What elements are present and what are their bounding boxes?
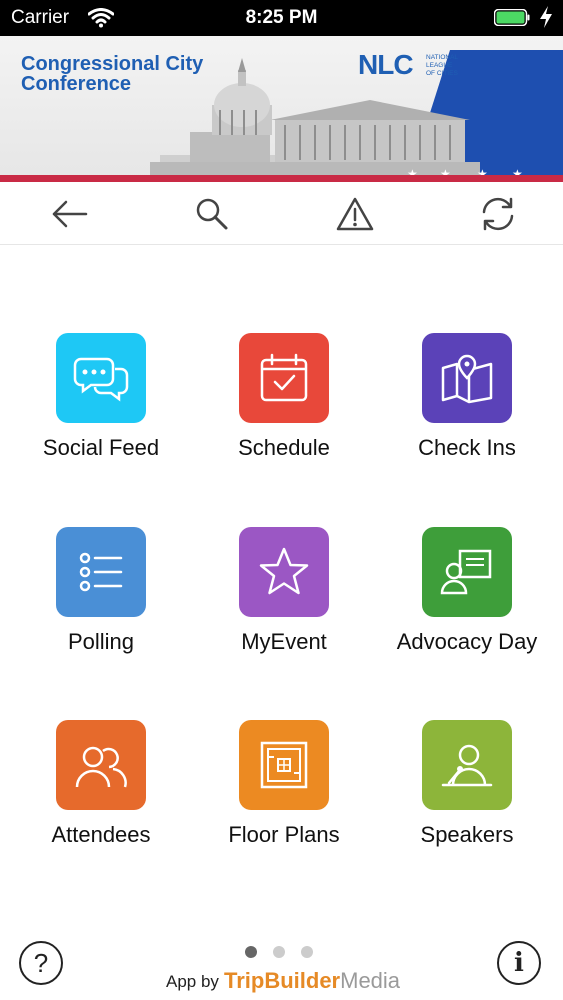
star-icon: [239, 527, 329, 617]
calendar-check-icon: [239, 333, 329, 423]
tile-label: Polling: [67, 629, 135, 654]
brand-part2: Media: [340, 968, 401, 993]
banner-divider: [0, 175, 563, 182]
info-button[interactable]: i: [497, 941, 541, 985]
page-dot-2[interactable]: [273, 946, 285, 958]
arrow-left-icon: [52, 200, 88, 228]
page-dot-1[interactable]: [245, 946, 257, 958]
carrier-label: Carrier: [11, 7, 70, 28]
tile-myevent[interactable]: MyEvent: [193, 527, 375, 655]
conference-banner: ★ ★ ★ ★ Congressional City Conference NLC …: [0, 36, 563, 182]
brand-part1: TripBuilder: [224, 968, 341, 993]
nlc-logo: NLC: [358, 49, 414, 80]
tile-label: Attendees: [51, 822, 151, 847]
tile-social-feed[interactable]: Social Feed: [10, 333, 192, 461]
toolbar: [0, 182, 563, 245]
tile-polling[interactable]: Polling: [10, 527, 192, 655]
presenter-icon: [422, 527, 512, 617]
app-by-label: App by: [166, 972, 219, 991]
alerts-button[interactable]: [333, 192, 377, 236]
refresh-icon: [482, 197, 514, 231]
search-icon: [196, 198, 228, 230]
speaker-podium-icon: [422, 720, 512, 810]
tile-label: MyEvent: [241, 629, 327, 654]
tile-attendees[interactable]: Attendees: [10, 720, 192, 848]
tile-check-ins[interactable]: Check Ins: [376, 333, 558, 461]
tripbuilder-media-logo[interactable]: TripBuilderMedia: [224, 968, 400, 994]
tile-label: Floor Plans: [228, 822, 340, 847]
page-dot-3[interactable]: [301, 946, 313, 958]
tile-label: Social Feed: [42, 435, 160, 460]
clock: 8:25 PM: [245, 7, 318, 28]
people-icon: [56, 720, 146, 810]
tile-speakers[interactable]: Speakers: [376, 720, 558, 848]
tile-label: Check Ins: [418, 435, 516, 460]
charging-icon: [539, 5, 553, 34]
tile-label: Speakers: [420, 822, 514, 847]
search-button[interactable]: [190, 192, 234, 236]
info-icon: i: [514, 948, 524, 978]
tile-schedule[interactable]: Schedule: [193, 333, 375, 461]
tile-advocacy-day[interactable]: Advocacy Day: [376, 527, 558, 655]
conference-title-line2: Conference: [21, 73, 132, 95]
battery-icon: [493, 8, 530, 27]
refresh-button[interactable]: [476, 192, 520, 236]
chat-bubbles-icon: [56, 333, 146, 423]
nlc-sub-line1: NATIONAL: [426, 54, 459, 61]
conference-title-line1: Congressional City: [21, 53, 204, 75]
nlc-sub-line3: OF CITIES: [426, 70, 458, 77]
map-pin-icon: [422, 333, 512, 423]
tile-floor-plans[interactable]: Floor Plans: [193, 720, 375, 848]
conference-title: Congressional City Conference: [21, 54, 221, 94]
wifi-icon: [87, 8, 115, 33]
warning-icon: [336, 197, 374, 231]
page-indicator: [245, 946, 313, 958]
help-button[interactable]: ?: [19, 941, 63, 985]
nlc-sub-line2: LEAGUE: [426, 62, 453, 69]
nlc-logo-subtitle: NATIONAL LEAGUE OF CITIES: [426, 54, 486, 78]
list-icon: [56, 527, 146, 617]
tile-label: Advocacy Day: [396, 629, 538, 654]
back-button[interactable]: [48, 192, 92, 236]
help-icon: ?: [33, 947, 49, 978]
floor-plan-icon: [239, 720, 329, 810]
status-bar: Carrier 8:25 PM: [0, 0, 563, 36]
tile-label: Schedule: [238, 435, 330, 460]
